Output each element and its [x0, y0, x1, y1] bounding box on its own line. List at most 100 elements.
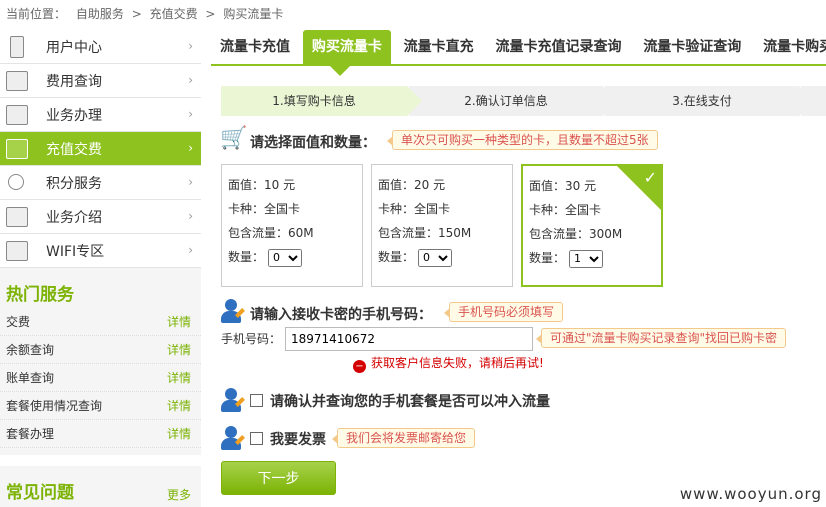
card-option-30[interactable]: 面值：30 元 卡种：全国卡 包含流量：300M 数量： 1 ✓	[521, 164, 663, 287]
face-value: 10 元	[264, 178, 296, 192]
tab-bar: 流量卡充值 购买流量卡 流量卡直充 流量卡充值记录查询 流量卡验证查询 流量卡购…	[211, 30, 826, 66]
invoice-tip: 我们会将发票邮寄给您	[331, 428, 476, 448]
confirm-plan-checkbox[interactable]	[250, 394, 263, 407]
chevron-right-icon: ›	[188, 39, 193, 53]
sidebar-item-recharge[interactable]: 充值交费 ›	[0, 132, 201, 166]
quantity-select[interactable]: 0	[268, 248, 303, 267]
tab-card-verify[interactable]: 流量卡验证查询	[634, 30, 750, 64]
flow-label: 包含流量：	[529, 227, 590, 241]
keyboard-icon	[6, 139, 28, 159]
chevron-right-icon: ›	[188, 175, 193, 189]
error-message: − 获取客户信息失败，请稍后再试!	[353, 354, 544, 373]
details-link[interactable]: 详情	[167, 308, 191, 336]
faq-more-link[interactable]: 更多	[167, 486, 191, 503]
chevron-right-icon: ›	[188, 107, 193, 121]
hot-item-label[interactable]: 套餐办理	[6, 427, 54, 441]
hot-item-label[interactable]: 交费	[6, 315, 30, 329]
qty-label: 数量：	[529, 251, 566, 265]
section-phone-title: 请输入接收卡密的手机号码：	[250, 307, 432, 323]
type-value: 全国卡	[264, 202, 301, 216]
quantity-select[interactable]: 1	[569, 249, 604, 268]
list-item[interactable]: 交费 详情	[0, 308, 201, 336]
invoice-checkbox[interactable]	[250, 432, 263, 445]
flow-label: 包含流量：	[378, 226, 439, 240]
user-edit-icon	[221, 426, 245, 452]
active-tab-pointer	[330, 66, 350, 76]
phone-required-tip: 手机号码必须填写	[443, 302, 564, 322]
sidebar-item-label: WIFI专区	[46, 243, 105, 260]
tab-direct-recharge[interactable]: 流量卡直充	[395, 30, 483, 64]
briefcase-icon	[6, 207, 28, 227]
chevron-right-icon: ›	[188, 141, 193, 155]
section-denomination-title: 请选择面值和数量：	[250, 135, 376, 151]
sidebar-item-label: 充值交费	[46, 141, 102, 158]
sidebar-item-fee-query[interactable]: 费用查询 ›	[0, 64, 201, 98]
details-link[interactable]: 详情	[167, 336, 191, 364]
sidebar-item-label: 费用查询	[46, 73, 102, 90]
phone-label: 手机号码：	[221, 332, 282, 346]
user-edit-icon	[221, 388, 245, 414]
card-option-20[interactable]: 面值：20 元 卡种：全国卡 包含流量：150M 数量： 0	[371, 164, 513, 287]
sidebar-item-label: 业务办理	[46, 107, 102, 124]
list-item[interactable]: 账单查询 详情	[0, 364, 201, 392]
tab-buy-card[interactable]: 购买流量卡	[302, 30, 391, 64]
flow-value: 60M	[288, 226, 314, 240]
hot-item-label[interactable]: 余额查询	[6, 343, 54, 357]
grid-icon	[6, 71, 28, 91]
details-link[interactable]: 详情	[167, 392, 191, 420]
type-label: 卡种：	[378, 202, 415, 216]
watermark: www.wooyun.org	[675, 481, 826, 507]
face-label: 面值：	[378, 178, 415, 192]
qty-label: 数量：	[378, 250, 415, 264]
breadcrumb-self-service[interactable]: 自助服务	[76, 7, 124, 21]
details-link[interactable]: 详情	[167, 420, 191, 448]
sidebar-item-intro[interactable]: 业务介绍 ›	[0, 200, 201, 234]
sidebar-item-label: 积分服务	[46, 175, 102, 192]
tab-recharge-records[interactable]: 流量卡充值记录查询	[486, 30, 630, 64]
next-step-button[interactable]: 下一步	[221, 461, 336, 495]
face-label: 面值：	[529, 179, 566, 193]
face-label: 面值：	[228, 178, 265, 192]
hot-item-label[interactable]: 套餐使用情况查询	[6, 399, 102, 413]
sidebar-item-label: 业务介绍	[46, 209, 102, 226]
list-item[interactable]: 套餐办理 详情	[0, 420, 201, 448]
sidebar-item-business[interactable]: 业务办理 ›	[0, 98, 201, 132]
details-link[interactable]: 详情	[167, 364, 191, 392]
flow-value: 150M	[438, 226, 472, 240]
step-indicator: 1.填写购卡信息 2.确认订单信息 3.在线支付	[221, 86, 826, 116]
card-option-10[interactable]: 面值：10 元 卡种：全国卡 包含流量：60M 数量： 0	[221, 164, 363, 287]
quantity-select[interactable]: 0	[418, 248, 453, 267]
error-text: 获取客户信息失败，请稍后再试!	[371, 356, 544, 370]
search-icon	[8, 174, 24, 190]
tab-purchase-records[interactable]: 流量卡购买	[754, 30, 826, 64]
breadcrumb-separator: >	[205, 7, 216, 21]
type-value: 全国卡	[414, 202, 451, 216]
sidebar-item-points[interactable]: 积分服务 ›	[0, 166, 201, 200]
type-label: 卡种：	[529, 203, 566, 217]
type-label: 卡种：	[228, 202, 265, 216]
breadcrumb-separator: >	[131, 7, 142, 21]
face-value: 20 元	[414, 178, 446, 192]
breadcrumb-buy-card: 购买流量卡	[223, 7, 284, 21]
phone-recover-tip: 可通过"流量卡购买记录查询"找回已购卡密	[535, 328, 787, 348]
hot-item-label[interactable]: 账单查询	[6, 371, 54, 385]
type-value: 全国卡	[565, 203, 602, 217]
invoice-label: 我要发票	[270, 432, 326, 448]
phone-number-input[interactable]	[285, 327, 533, 351]
list-item[interactable]: 套餐使用情况查询 详情	[0, 392, 201, 420]
sidebar-item-user-center[interactable]: 用户中心 ›	[0, 30, 201, 64]
chevron-right-icon: ›	[188, 209, 193, 223]
user-edit-icon	[221, 299, 245, 325]
confirm-plan-label: 请确认并查询您的手机套餐是否可以冲入流量	[270, 394, 550, 410]
breadcrumb: 当前位置： 自助服务 > 充值交费 > 购买流量卡	[0, 0, 826, 28]
chevron-right-icon: ›	[188, 73, 193, 87]
cart-icon: 🛒	[220, 126, 248, 151]
window-e-icon	[6, 241, 28, 261]
step-fill-info: 1.填写购卡信息	[221, 86, 422, 116]
denomination-tip: 单次只可购买一种类型的卡，且数量不超过5张	[387, 130, 658, 150]
flow-value: 300M	[589, 227, 623, 241]
list-item[interactable]: 余额查询 详情	[0, 336, 201, 364]
tab-card-recharge[interactable]: 流量卡充值	[211, 30, 299, 64]
sidebar-item-wifi[interactable]: WIFI专区 ›	[0, 234, 201, 268]
breadcrumb-recharge[interactable]: 充值交费	[150, 7, 198, 21]
